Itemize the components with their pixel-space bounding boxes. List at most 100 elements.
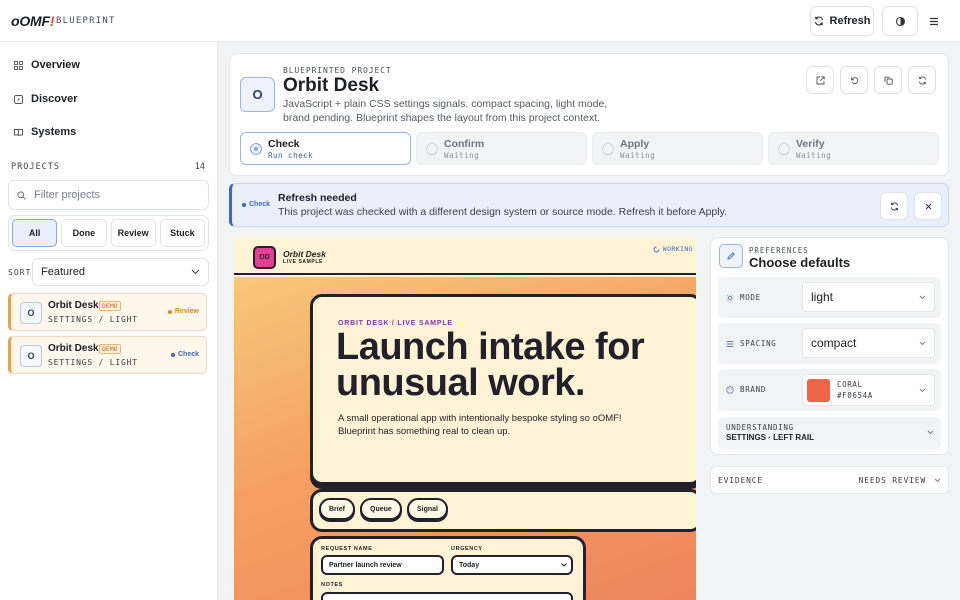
project-subtitle: SETTINGS / LIGHT xyxy=(48,358,138,367)
project-header-card: O BLUEPRINTED PROJECT Orbit Desk JavaScr… xyxy=(229,53,949,176)
demo-badge: DEMO xyxy=(99,344,121,354)
request-name-label: REQUEST NAME xyxy=(321,546,373,552)
brand-text: CORAL #F0654A xyxy=(837,380,873,400)
filter-projects-input[interactable]: Filter projects xyxy=(8,180,209,210)
undo-button[interactable] xyxy=(840,66,868,94)
app-logo[interactable]: oOMF! xyxy=(11,13,55,29)
step-verify[interactable]: Verify Waiting xyxy=(768,132,939,165)
sidebar-item-label: Overview xyxy=(31,59,80,71)
sidebar-item-label: Discover xyxy=(31,93,78,105)
refresh-icon xyxy=(814,16,823,26)
theme-toggle-button[interactable] xyxy=(882,6,918,36)
book-icon xyxy=(14,128,23,136)
pill-brief[interactable]: Brief xyxy=(319,498,355,520)
step-check[interactable]: Check Run check xyxy=(240,132,411,165)
filter-placeholder: Filter projects xyxy=(34,189,101,201)
sidebar-item-systems[interactable]: Systems xyxy=(14,126,76,138)
segment-stuck[interactable]: Stuck xyxy=(159,219,205,247)
status-segmented-control: All Done Review Stuck xyxy=(8,215,209,251)
preferences-badge xyxy=(719,244,743,268)
preview-status: WORKING xyxy=(653,245,693,253)
projects-count: 14 xyxy=(194,162,205,172)
refresh-alert: Check Refresh needed This project was ch… xyxy=(229,183,949,227)
refresh-button[interactable]: Refresh xyxy=(810,6,874,36)
segment-review[interactable]: Review xyxy=(110,219,156,247)
pill-signal[interactable]: Signal xyxy=(407,498,449,520)
project-avatar: O xyxy=(20,345,42,367)
understanding-row[interactable]: UNDERSTANDING SETTINGS · LEFT RAIL xyxy=(718,417,941,449)
alert-close-button[interactable] xyxy=(914,192,942,220)
project-card[interactable]: O Orbit Desk DEMO SETTINGS / LIGHT Revie… xyxy=(8,293,207,331)
alert-title: Refresh needed xyxy=(278,192,357,204)
step-indicator-icon xyxy=(426,143,438,155)
preview-body: ORBIT DESK / LIVE SAMPLE Launch intake f… xyxy=(234,277,696,600)
copy-button[interactable] xyxy=(874,66,902,94)
app-logo-subtitle: BLUEPRINT xyxy=(56,16,116,26)
alert-refresh-button[interactable] xyxy=(880,192,908,220)
sidebar-item-discover[interactable]: Discover xyxy=(14,93,77,105)
preferences-title: Choose defaults xyxy=(749,255,851,270)
preview-app-subtitle: LIVE SAMPLE xyxy=(283,259,323,265)
compass-icon xyxy=(14,94,23,104)
step-confirm[interactable]: Confirm Waiting xyxy=(416,132,587,165)
external-link-icon xyxy=(816,75,825,84)
segment-done[interactable]: Done xyxy=(61,219,107,247)
projects-heading: PROJECTS xyxy=(11,162,60,172)
understanding-label: UNDERSTANDING xyxy=(726,423,794,432)
menu-button[interactable] xyxy=(918,6,950,36)
page-title: Orbit Desk xyxy=(283,75,380,96)
spacing-row: SPACING compact xyxy=(718,323,941,364)
preferences-panel: PREFERENCES Choose defaults MODE light S… xyxy=(710,237,949,455)
alert-dot xyxy=(242,202,246,207)
brand-key: BRAND xyxy=(726,385,766,394)
chevron-down-icon xyxy=(934,478,941,483)
spacing-key: SPACING xyxy=(726,339,777,348)
spacing-value: compact xyxy=(811,336,857,350)
sort-label: SORT xyxy=(8,268,32,277)
chevron-down-icon xyxy=(561,563,567,567)
copy-icon xyxy=(884,76,893,85)
evidence-row[interactable]: EVIDENCE NEEDS REVIEW xyxy=(710,466,949,494)
step-apply[interactable]: Apply Waiting xyxy=(592,132,763,165)
sort-select[interactable]: Featured xyxy=(32,258,209,286)
sidebar-item-overview[interactable]: Overview xyxy=(14,59,80,71)
segment-all[interactable]: All xyxy=(12,219,58,247)
project-card[interactable]: O Orbit Desk DEMO SETTINGS / LIGHT Check xyxy=(8,336,207,374)
alert-message: This project was checked with a differen… xyxy=(278,206,727,218)
refresh-icon xyxy=(890,202,898,210)
project-kicker: BLUEPRINTED PROJECT xyxy=(283,66,392,75)
open-external-button[interactable] xyxy=(806,66,834,94)
mode-select[interactable]: light xyxy=(802,282,935,312)
evidence-status: NEEDS REVIEW xyxy=(858,476,926,485)
hero-title: Launch intake for unusual work. xyxy=(336,326,645,404)
project-subtitle: SETTINGS / LIGHT xyxy=(48,315,138,324)
theme-icon xyxy=(895,16,905,26)
spacing-select[interactable]: compact xyxy=(802,328,935,358)
sync-button[interactable] xyxy=(908,66,936,94)
spinner-icon xyxy=(653,246,660,252)
brand-color-swatch xyxy=(807,378,830,402)
brand-row: BRAND CORAL #F0654A xyxy=(718,369,941,411)
step-label: Verify xyxy=(796,138,825,150)
request-name-input[interactable]: Partner launch review xyxy=(321,555,444,575)
step-status: Waiting xyxy=(620,151,656,160)
urgency-label: URGENCY xyxy=(451,546,483,552)
step-status: Run check xyxy=(268,151,314,160)
step-label: Check xyxy=(268,138,300,150)
brand-select[interactable]: CORAL #F0654A xyxy=(802,374,935,406)
grid-icon xyxy=(14,60,23,70)
sun-icon xyxy=(726,293,734,302)
pill-queue[interactable]: Queue xyxy=(360,498,402,520)
status-label: Review xyxy=(174,308,199,315)
step-status: Waiting xyxy=(444,151,480,160)
urgency-select[interactable]: Today xyxy=(451,555,573,575)
pencil-icon xyxy=(727,252,735,260)
step-indicator-icon xyxy=(250,143,262,155)
project-name: Orbit Desk xyxy=(48,343,99,354)
evidence-label: EVIDENCE xyxy=(718,476,763,485)
palette-icon xyxy=(726,385,734,394)
refresh-icon xyxy=(918,76,926,84)
preview-header: OD Orbit Desk LIVE SAMPLE WORKING xyxy=(234,237,696,275)
brand-label: BRAND xyxy=(740,385,767,394)
notes-input[interactable] xyxy=(321,592,573,600)
